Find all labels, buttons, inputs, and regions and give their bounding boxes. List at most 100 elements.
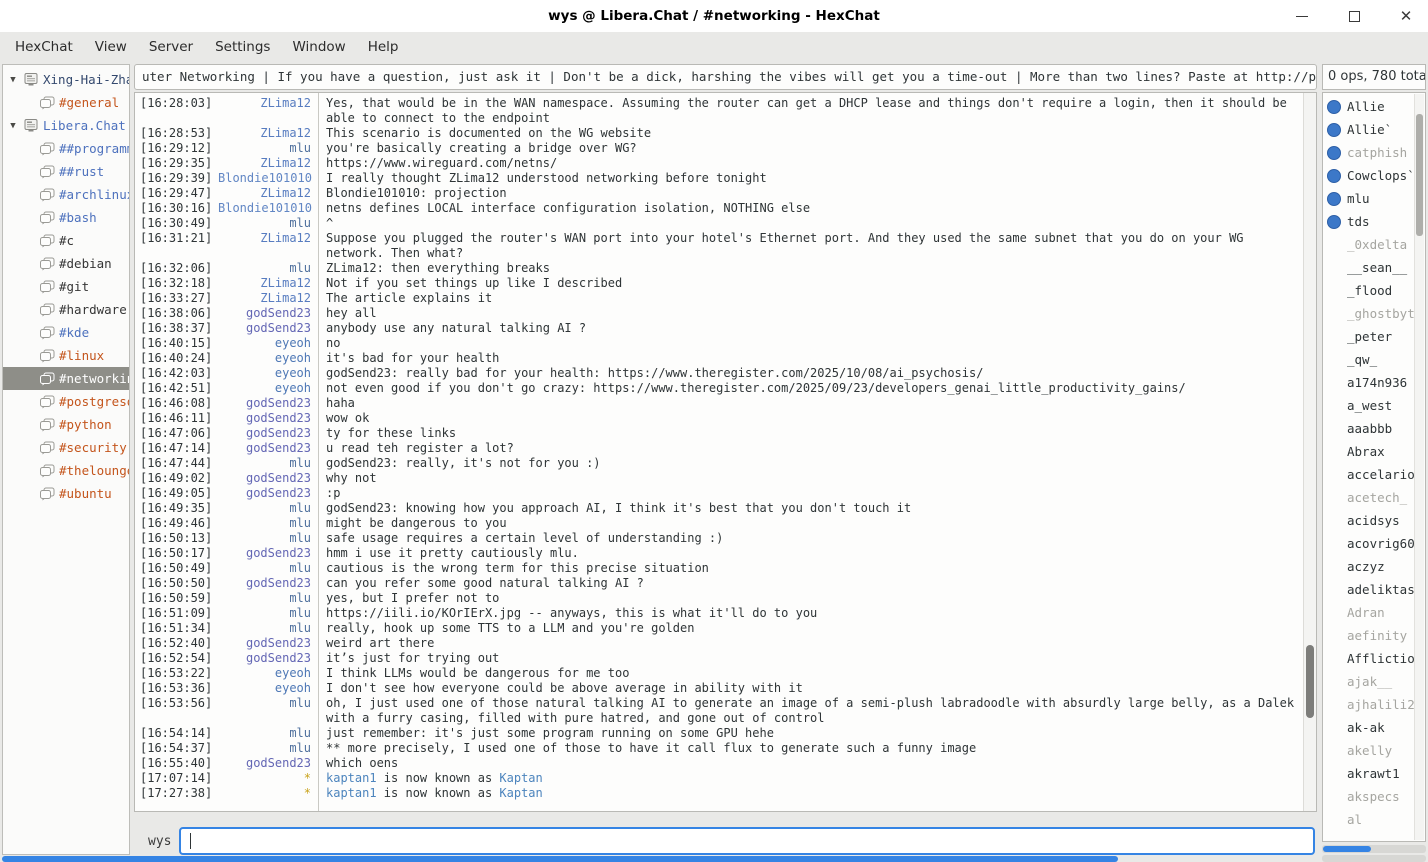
message-nick[interactable]: godSend23 xyxy=(218,636,318,651)
user-list-item[interactable]: Cowclops` xyxy=(1323,164,1425,187)
user-list-item[interactable]: acetech_ xyxy=(1323,486,1425,509)
tree-server-libera-chat[interactable]: ▼Libera.Chat xyxy=(3,114,129,137)
message-nick[interactable]: ZLima12 xyxy=(218,186,318,201)
message-nick[interactable]: mlu xyxy=(218,561,318,576)
message-nick[interactable]: mlu xyxy=(218,456,318,471)
message-nick[interactable]: mlu xyxy=(218,516,318,531)
tree-channel--c[interactable]: #c xyxy=(3,229,129,252)
tree-channel--hardware[interactable]: #hardware xyxy=(3,298,129,321)
message-nick[interactable]: ZLima12 xyxy=(218,96,318,111)
menu-item-settings[interactable]: Settings xyxy=(204,34,281,60)
nick-link[interactable]: Kaptan xyxy=(499,771,542,785)
chat-scrollbar-thumb[interactable] xyxy=(1306,645,1314,718)
nick-link[interactable]: kaptan1 xyxy=(326,786,377,800)
user-list-item[interactable]: akrawt1 xyxy=(1323,762,1425,785)
user-list-item[interactable]: ak-ak xyxy=(1323,716,1425,739)
tree-channel--archlinux[interactable]: #archlinux xyxy=(3,183,129,206)
user-list-item[interactable]: __sean__ xyxy=(1323,256,1425,279)
message-nick[interactable]: mlu xyxy=(218,621,318,636)
message-nick[interactable]: Blondie101010 xyxy=(218,201,318,216)
expander-icon[interactable]: ▼ xyxy=(5,75,21,85)
message-nick[interactable]: eyeoh xyxy=(218,666,318,681)
message-nick[interactable]: eyeoh xyxy=(218,336,318,351)
message-nick[interactable]: ZLima12 xyxy=(218,276,318,291)
chat-scrollbar[interactable] xyxy=(1303,93,1316,811)
userlist-hscrollbar-track[interactable] xyxy=(1322,855,1426,862)
message-nick[interactable]: mlu xyxy=(218,531,318,546)
message-nick[interactable]: godSend23 xyxy=(218,306,318,321)
user-list-item[interactable]: mlu xyxy=(1323,187,1425,210)
tree-channel--ubuntu[interactable]: #ubuntu xyxy=(3,482,129,505)
user-list-item[interactable]: a174n936 xyxy=(1323,371,1425,394)
user-list-item[interactable]: Adran xyxy=(1323,601,1425,624)
user-list-item[interactable]: aczyz xyxy=(1323,555,1425,578)
message-nick[interactable]: Blondie101010 xyxy=(218,171,318,186)
user-list-item[interactable]: accelario xyxy=(1323,463,1425,486)
menu-item-view[interactable]: View xyxy=(84,34,138,60)
message-nick[interactable]: mlu xyxy=(218,261,318,276)
user-list-item[interactable]: _peter xyxy=(1323,325,1425,348)
message-nick[interactable]: godSend23 xyxy=(218,486,318,501)
menu-item-hexchat[interactable]: HexChat xyxy=(4,34,84,60)
message-nick[interactable]: ZLima12 xyxy=(218,231,318,246)
user-list-item[interactable]: ajak__ xyxy=(1323,670,1425,693)
message-nick[interactable]: godSend23 xyxy=(218,651,318,666)
message-nick[interactable]: mlu xyxy=(218,726,318,741)
tree-channel--git[interactable]: #git xyxy=(3,275,129,298)
message-nick[interactable]: mlu xyxy=(218,501,318,516)
message-nick[interactable]: ZLima12 xyxy=(218,291,318,306)
expander-icon[interactable]: ▼ xyxy=(5,121,21,131)
user-list-item[interactable]: a_west xyxy=(1323,394,1425,417)
message-nick[interactable]: godSend23 xyxy=(218,411,318,426)
message-nick[interactable]: godSend23 xyxy=(218,321,318,336)
minimize-icon[interactable] xyxy=(1294,8,1310,24)
message-nick[interactable]: * xyxy=(218,786,318,801)
tree-channel--linux[interactable]: #linux xyxy=(3,344,129,367)
message-nick[interactable]: mlu xyxy=(218,606,318,621)
user-list-item[interactable]: acovrig60 xyxy=(1323,532,1425,555)
message-nick[interactable]: ZLima12 xyxy=(218,156,318,171)
topic-input[interactable]: uter Networking | If you have a question… xyxy=(134,64,1317,90)
user-list-item[interactable]: al xyxy=(1323,808,1425,831)
message-input[interactable] xyxy=(179,827,1315,855)
message-nick[interactable]: mlu xyxy=(218,591,318,606)
tree-channel--python[interactable]: #python xyxy=(3,413,129,436)
bottom-hscrollbar-thumb[interactable] xyxy=(2,856,1118,862)
user-list-item[interactable]: tds xyxy=(1323,210,1425,233)
message-nick[interactable]: godSend23 xyxy=(218,546,318,561)
user-list-item[interactable]: Afflictio xyxy=(1323,647,1425,670)
tree-channel--bash[interactable]: #bash xyxy=(3,206,129,229)
tree-channel--programming[interactable]: ##programming xyxy=(3,137,129,160)
user-list-item[interactable]: catphish xyxy=(1323,141,1425,164)
user-list-item[interactable]: acidsys xyxy=(1323,509,1425,532)
user-list-item[interactable]: aaabbb xyxy=(1323,417,1425,440)
user-list-item[interactable]: akspecs xyxy=(1323,785,1425,808)
userlist-scrollbar-thumb[interactable] xyxy=(1416,114,1423,236)
close-icon[interactable]: ✕ xyxy=(1398,8,1414,24)
menu-item-window[interactable]: Window xyxy=(281,34,356,60)
user-list-item[interactable]: akelly xyxy=(1323,739,1425,762)
message-nick[interactable]: godSend23 xyxy=(218,396,318,411)
message-nick[interactable]: * xyxy=(218,771,318,786)
user-list-item[interactable]: _ghostbyt xyxy=(1323,302,1425,325)
userlist-hscrollbar[interactable] xyxy=(1322,845,1426,853)
maximize-icon[interactable] xyxy=(1346,8,1362,24)
nick-link[interactable]: kaptan1 xyxy=(326,771,377,785)
tree-channel--rust[interactable]: ##rust xyxy=(3,160,129,183)
message-nick[interactable]: mlu xyxy=(218,741,318,756)
user-list-item[interactable]: _qw_ xyxy=(1323,348,1425,371)
userlist-hscrollbar-thumb[interactable] xyxy=(1323,846,1371,852)
user-list-item[interactable]: Allie` xyxy=(1323,118,1425,141)
menu-item-help[interactable]: Help xyxy=(357,34,410,60)
userlist-scrollbar[interactable] xyxy=(1414,94,1424,840)
menu-item-server[interactable]: Server xyxy=(138,34,204,60)
user-list-item[interactable]: ajhalili2 xyxy=(1323,693,1425,716)
message-nick[interactable]: godSend23 xyxy=(218,426,318,441)
tree-channel--security[interactable]: #security xyxy=(3,436,129,459)
message-nick[interactable]: mlu xyxy=(218,696,318,711)
tree-channel--postgresql[interactable]: #postgresql xyxy=(3,390,129,413)
user-list-item[interactable]: Abrax xyxy=(1323,440,1425,463)
tree-server-xing-hai-zhan[interactable]: ▼Xing-Hai-Zhan xyxy=(3,68,129,91)
message-nick[interactable]: godSend23 xyxy=(218,441,318,456)
tree-channel--general[interactable]: #general xyxy=(3,91,129,114)
